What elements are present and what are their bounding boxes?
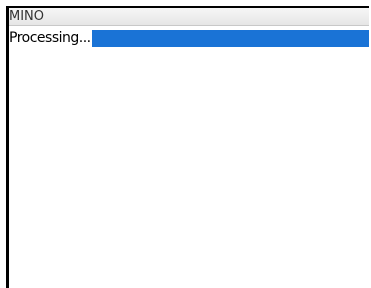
progress-bar [91, 29, 369, 47]
status-label: Processing... [9, 30, 91, 46]
progress-bar-fill [91, 29, 369, 47]
content-area [9, 48, 369, 288]
window-title: MINO [9, 9, 45, 24]
status-row: Processing... [9, 29, 369, 47]
title-bar: MINO [9, 8, 369, 26]
app-window: MINO Processing... [6, 6, 369, 288]
